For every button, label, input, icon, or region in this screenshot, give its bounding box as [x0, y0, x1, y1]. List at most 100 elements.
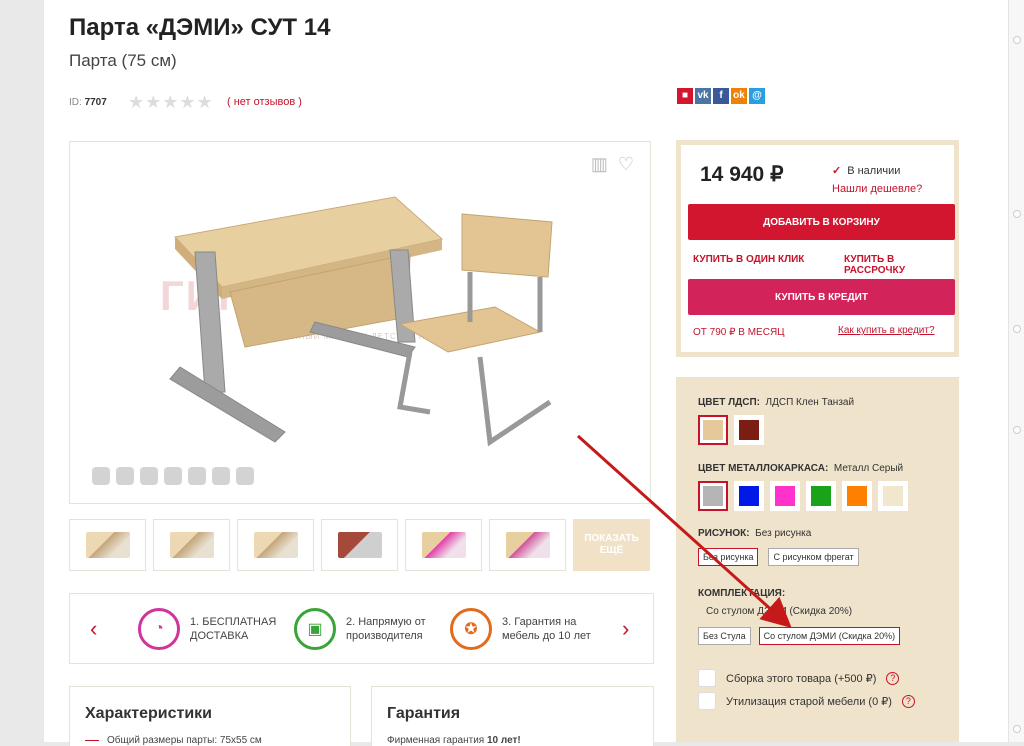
mymail-icon[interactable]: @	[749, 88, 765, 104]
bookmark-icon[interactable]: ■	[677, 88, 693, 104]
buy-one-click-link[interactable]: КУПИТЬ В ОДИН КЛИК	[693, 254, 804, 265]
color-swatch[interactable]	[878, 481, 908, 511]
benefit-text: ДОСТАВКА	[190, 630, 249, 642]
disposal-label: Утилизация старой мебели (0 ₽)	[726, 695, 892, 708]
scrollbar-strip[interactable]	[1008, 0, 1024, 742]
strip-marker	[1013, 210, 1021, 218]
badge-icon	[140, 467, 158, 485]
add-to-cart-button[interactable]: ДОБАВИТЬ В КОРЗИНУ	[688, 204, 955, 240]
color-swatch[interactable]	[734, 415, 764, 445]
kit-option[interactable]: Без Стула	[698, 627, 751, 645]
thumbnail-strip: ПОКАЗАТЬ ЕЩЁ	[69, 519, 650, 571]
ldsp-value: ЛДСП Клен Танзай	[765, 397, 855, 408]
pattern-label: РИСУНОК: Без рисунка	[698, 528, 811, 539]
show-more-button[interactable]: ПОКАЗАТЬ ЕЩЁ	[573, 519, 650, 571]
kit-options: Без Стула Со стулом ДЭМИ (Скидка 20%)	[698, 627, 901, 645]
thumbnail[interactable]	[489, 519, 566, 571]
medal-icon: ✪	[450, 608, 492, 650]
pattern-options: Без рисунка С рисунком фрегат	[698, 548, 859, 566]
warranty-text: Фирменная гарантия	[387, 735, 485, 746]
help-icon[interactable]: ?	[886, 671, 900, 685]
thumbnail[interactable]	[237, 519, 314, 571]
metal-color-label: ЦВЕТ МЕТАЛЛОКАРКАСА: Металл Серый	[698, 463, 903, 474]
pattern-option[interactable]: С рисунком фрегат	[768, 548, 859, 566]
benefit-manufacturer: ▣ 2. Напрямую от производителя	[294, 608, 426, 650]
badge-icon	[188, 467, 206, 485]
kit-value: Со стулом ДЭМИ (Скидка 20%)	[706, 606, 853, 617]
badge-icon	[236, 467, 254, 485]
warranty-section: Гарантия Фирменная гарантия 10 лет!	[371, 686, 654, 746]
timer-icon: ◔	[138, 608, 180, 650]
color-swatch[interactable]	[770, 481, 800, 511]
price: 14 940 ₽	[700, 163, 784, 186]
benefit-text: мебель до 10 лет	[502, 630, 591, 642]
strip-marker	[1013, 426, 1021, 434]
section-title: Гарантия	[387, 705, 461, 722]
strip-marker	[1013, 325, 1021, 333]
reviews-link[interactable]: ( нет отзывов )	[227, 96, 302, 108]
benefit-text: 3. Гарантия на	[502, 616, 577, 628]
benefit-text: производителя	[346, 630, 423, 642]
color-swatch[interactable]	[842, 481, 872, 511]
kit-label: КОМПЛЕКТАЦИЯ:	[698, 588, 785, 599]
benefit-text: 1. БЕСПЛАТНАЯ	[190, 616, 277, 628]
kit-label-text: КОМПЛЕКТАЦИЯ:	[698, 588, 786, 599]
pattern-option[interactable]: Без рисунка	[698, 548, 759, 566]
found-cheaper-link[interactable]: Нашли дешевле?	[832, 183, 922, 195]
badge-icon	[212, 467, 230, 485]
how-credit-link[interactable]: Как купить в кредит?	[838, 325, 935, 336]
characteristics-line: Общий размеры парты: 75х55 см	[85, 735, 350, 746]
kit-option[interactable]: Со стулом ДЭМИ (Скидка 20%)	[758, 627, 901, 645]
product-gallery[interactable]: ▥ ♡ ГИППАРТ ФИРМЕННЫЙ МАГАЗИН ДЕТСКИХ ПА…	[69, 141, 651, 504]
thumbnail[interactable]	[153, 519, 230, 571]
color-swatch[interactable]	[806, 481, 836, 511]
benefit-delivery: ◔ 1. БЕСПЛАТНАЯ ДОСТАВКА	[138, 608, 276, 650]
stock-text: В наличии	[847, 165, 901, 177]
prev-arrow-icon[interactable]: ‹	[90, 616, 97, 642]
color-swatch[interactable]	[698, 481, 728, 511]
characteristics-section: Характеристики Общий размеры парты: 75х5…	[69, 686, 351, 746]
buy-credit-button[interactable]: КУПИТЬ В КРЕДИТ	[688, 279, 955, 315]
check-icon: ✓	[832, 165, 842, 177]
product-image	[169, 196, 553, 447]
product-id: ID: 7707	[69, 97, 107, 108]
ldsp-label: ЦВЕТ ЛДСП:	[698, 397, 760, 408]
truck-icon: ▣	[294, 608, 336, 650]
options-panel: ЦВЕТ ЛДСП: ЛДСП Клен Танзай ЦВЕТ МЕТАЛЛО…	[676, 377, 959, 742]
buy-installment-link[interactable]: КУПИТЬ В РАССРОЧКУ	[844, 254, 954, 276]
odnoklassniki-icon[interactable]: ok	[731, 88, 747, 104]
rating-stars[interactable]: ★★★★★	[128, 92, 214, 113]
thumbnail[interactable]	[405, 519, 482, 571]
product-id-label: ID:	[69, 97, 82, 108]
vk-icon[interactable]: vk	[695, 88, 711, 104]
ldsp-color-label: ЦВЕТ ЛДСП: ЛДСП Клен Танзай	[698, 397, 854, 408]
color-swatch[interactable]	[734, 481, 764, 511]
badge-icon	[164, 467, 182, 485]
warranty-line: Фирменная гарантия 10 лет!	[387, 735, 653, 746]
ldsp-swatches	[698, 415, 764, 445]
benefit-text: 2. Напрямую от	[346, 616, 426, 628]
product-title: Парта «ДЭМИ» СУТ 14	[69, 14, 331, 41]
disposal-checkbox[interactable]	[698, 692, 716, 710]
warranty-bold: 10 лет!	[486, 735, 521, 746]
strip-marker	[1013, 36, 1021, 44]
facebook-icon[interactable]: f	[713, 88, 729, 104]
disposal-option: Утилизация старой мебели (0 ₽) ?	[698, 692, 915, 710]
section-title: Характеристики	[85, 705, 213, 722]
help-icon[interactable]: ?	[901, 694, 915, 708]
assembly-option: Сборка этого товара (+500 ₽) ?	[698, 669, 900, 687]
monthly-payment: ОТ 790 ₽ В МЕСЯЦ	[693, 327, 785, 338]
pattern-value: Без рисунка	[755, 528, 812, 539]
benefit-warranty: ✪ 3. Гарантия на мебель до 10 лет	[450, 608, 591, 650]
product-id-value: 7707	[84, 97, 107, 108]
thumbnail[interactable]	[69, 519, 146, 571]
feature-badges	[92, 467, 254, 485]
pattern-label-text: РИСУНОК:	[698, 528, 750, 539]
color-swatch[interactable]	[698, 415, 728, 445]
metal-label: ЦВЕТ МЕТАЛЛОКАРКАСА:	[698, 463, 829, 474]
metal-swatches	[698, 481, 908, 511]
next-arrow-icon[interactable]: ›	[622, 616, 629, 642]
assembly-checkbox[interactable]	[698, 669, 716, 687]
thumbnail[interactable]	[321, 519, 398, 571]
strip-marker	[1013, 725, 1021, 733]
